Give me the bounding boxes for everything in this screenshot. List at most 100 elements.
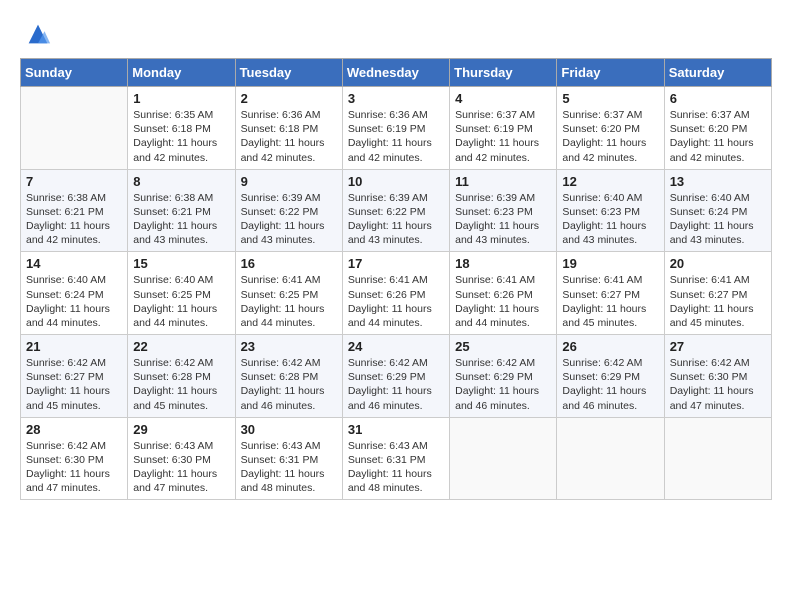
day-details: Sunrise: 6:41 AM Sunset: 6:25 PM Dayligh…	[241, 273, 337, 330]
weekday-header-cell: Sunday	[21, 59, 128, 87]
day-details: Sunrise: 6:42 AM Sunset: 6:27 PM Dayligh…	[26, 356, 122, 413]
day-details: Sunrise: 6:40 AM Sunset: 6:25 PM Dayligh…	[133, 273, 229, 330]
day-details: Sunrise: 6:36 AM Sunset: 6:19 PM Dayligh…	[348, 108, 444, 165]
calendar-cell: 7 Sunrise: 6:38 AM Sunset: 6:21 PM Daylig…	[21, 169, 128, 252]
day-details: Sunrise: 6:42 AM Sunset: 6:28 PM Dayligh…	[241, 356, 337, 413]
calendar-cell: 10 Sunrise: 6:39 AM Sunset: 6:22 PM Dayli…	[342, 169, 449, 252]
day-details: Sunrise: 6:42 AM Sunset: 6:30 PM Dayligh…	[26, 439, 122, 496]
day-details: Sunrise: 6:36 AM Sunset: 6:18 PM Dayligh…	[241, 108, 337, 165]
logo-icon	[24, 20, 52, 48]
day-number: 1	[133, 91, 229, 106]
calendar-cell: 20Sunrise: 6:41 AM Sunset: 6:27 PM Dayli…	[664, 252, 771, 335]
calendar-cell	[21, 87, 128, 170]
day-number: 13	[670, 174, 766, 189]
calendar-cell: 29 Sunrise: 6:43 AM Sunset: 6:30 PM Dayli…	[128, 417, 235, 500]
day-number: 18	[455, 256, 551, 271]
weekday-header-cell: Wednesday	[342, 59, 449, 87]
day-number: 21	[26, 339, 122, 354]
calendar-cell: 12 Sunrise: 6:40 AM Sunset: 6:23 PM Dayli…	[557, 169, 664, 252]
calendar-cell: 11 Sunrise: 6:39 AM Sunset: 6:23 PM Dayli…	[450, 169, 557, 252]
day-details: Sunrise: 6:42 AM Sunset: 6:28 PM Dayligh…	[133, 356, 229, 413]
day-number: 8	[133, 174, 229, 189]
day-number: 10	[348, 174, 444, 189]
day-number: 3	[348, 91, 444, 106]
day-details: Sunrise: 6:37 AM Sunset: 6:20 PM Dayligh…	[670, 108, 766, 165]
calendar-cell: 27Sunrise: 6:42 AM Sunset: 6:30 PM Dayli…	[664, 335, 771, 418]
day-number: 19	[562, 256, 658, 271]
day-details: Sunrise: 6:39 AM Sunset: 6:22 PM Dayligh…	[241, 191, 337, 248]
calendar-cell: 21 Sunrise: 6:42 AM Sunset: 6:27 PM Dayli…	[21, 335, 128, 418]
day-details: Sunrise: 6:37 AM Sunset: 6:19 PM Dayligh…	[455, 108, 551, 165]
day-details: Sunrise: 6:37 AM Sunset: 6:20 PM Dayligh…	[562, 108, 658, 165]
calendar-cell: 15Sunrise: 6:40 AM Sunset: 6:25 PM Dayli…	[128, 252, 235, 335]
weekday-header-cell: Monday	[128, 59, 235, 87]
calendar-cell: 5 Sunrise: 6:37 AM Sunset: 6:20 PM Daylig…	[557, 87, 664, 170]
day-number: 6	[670, 91, 766, 106]
day-details: Sunrise: 6:40 AM Sunset: 6:24 PM Dayligh…	[670, 191, 766, 248]
logo	[20, 20, 52, 48]
weekday-header-cell: Tuesday	[235, 59, 342, 87]
day-number: 22	[133, 339, 229, 354]
calendar-cell: 13 Sunrise: 6:40 AM Sunset: 6:24 PM Dayli…	[664, 169, 771, 252]
calendar-cell: 22 Sunrise: 6:42 AM Sunset: 6:28 PM Dayli…	[128, 335, 235, 418]
day-details: Sunrise: 6:41 AM Sunset: 6:26 PM Dayligh…	[348, 273, 444, 330]
day-details: Sunrise: 6:43 AM Sunset: 6:31 PM Dayligh…	[241, 439, 337, 496]
calendar-cell: 25 Sunrise: 6:42 AM Sunset: 6:29 PM Dayli…	[450, 335, 557, 418]
day-number: 4	[455, 91, 551, 106]
day-details: Sunrise: 6:42 AM Sunset: 6:29 PM Dayligh…	[348, 356, 444, 413]
weekday-header-row: SundayMondayTuesdayWednesdayThursdayFrid…	[21, 59, 772, 87]
calendar-cell: 8 Sunrise: 6:38 AM Sunset: 6:21 PM Daylig…	[128, 169, 235, 252]
day-number: 23	[241, 339, 337, 354]
calendar-week-row: 28Sunrise: 6:42 AM Sunset: 6:30 PM Dayli…	[21, 417, 772, 500]
day-details: Sunrise: 6:38 AM Sunset: 6:21 PM Dayligh…	[26, 191, 122, 248]
day-details: Sunrise: 6:42 AM Sunset: 6:29 PM Dayligh…	[562, 356, 658, 413]
calendar-cell: 9 Sunrise: 6:39 AM Sunset: 6:22 PM Daylig…	[235, 169, 342, 252]
calendar-week-row: 21 Sunrise: 6:42 AM Sunset: 6:27 PM Dayli…	[21, 335, 772, 418]
day-number: 5	[562, 91, 658, 106]
weekday-header-cell: Saturday	[664, 59, 771, 87]
day-number: 7	[26, 174, 122, 189]
day-details: Sunrise: 6:43 AM Sunset: 6:30 PM Dayligh…	[133, 439, 229, 496]
day-details: Sunrise: 6:41 AM Sunset: 6:27 PM Dayligh…	[562, 273, 658, 330]
calendar-cell: 24Sunrise: 6:42 AM Sunset: 6:29 PM Dayli…	[342, 335, 449, 418]
day-details: Sunrise: 6:38 AM Sunset: 6:21 PM Dayligh…	[133, 191, 229, 248]
day-number: 29	[133, 422, 229, 437]
day-details: Sunrise: 6:35 AM Sunset: 6:18 PM Dayligh…	[133, 108, 229, 165]
calendar-cell: 1 Sunrise: 6:35 AM Sunset: 6:18 PM Daylig…	[128, 87, 235, 170]
day-number: 9	[241, 174, 337, 189]
page-header	[20, 20, 772, 48]
day-details: Sunrise: 6:41 AM Sunset: 6:26 PM Dayligh…	[455, 273, 551, 330]
day-details: Sunrise: 6:39 AM Sunset: 6:22 PM Dayligh…	[348, 191, 444, 248]
day-number: 25	[455, 339, 551, 354]
day-details: Sunrise: 6:41 AM Sunset: 6:27 PM Dayligh…	[670, 273, 766, 330]
calendar-cell: 16 Sunrise: 6:41 AM Sunset: 6:25 PM Dayli…	[235, 252, 342, 335]
calendar-cell: 2 Sunrise: 6:36 AM Sunset: 6:18 PM Daylig…	[235, 87, 342, 170]
day-details: Sunrise: 6:40 AM Sunset: 6:23 PM Dayligh…	[562, 191, 658, 248]
calendar-cell	[557, 417, 664, 500]
weekday-header-cell: Friday	[557, 59, 664, 87]
day-details: Sunrise: 6:43 AM Sunset: 6:31 PM Dayligh…	[348, 439, 444, 496]
day-number: 26	[562, 339, 658, 354]
calendar-body: 1 Sunrise: 6:35 AM Sunset: 6:18 PM Daylig…	[21, 87, 772, 500]
day-details: Sunrise: 6:42 AM Sunset: 6:30 PM Dayligh…	[670, 356, 766, 413]
calendar-cell: 30 Sunrise: 6:43 AM Sunset: 6:31 PM Dayli…	[235, 417, 342, 500]
calendar-cell: 18 Sunrise: 6:41 AM Sunset: 6:26 PM Dayli…	[450, 252, 557, 335]
day-number: 30	[241, 422, 337, 437]
calendar-week-row: 1 Sunrise: 6:35 AM Sunset: 6:18 PM Daylig…	[21, 87, 772, 170]
calendar-cell: 17Sunrise: 6:41 AM Sunset: 6:26 PM Dayli…	[342, 252, 449, 335]
day-number: 2	[241, 91, 337, 106]
day-details: Sunrise: 6:40 AM Sunset: 6:24 PM Dayligh…	[26, 273, 122, 330]
day-details: Sunrise: 6:42 AM Sunset: 6:29 PM Dayligh…	[455, 356, 551, 413]
day-number: 11	[455, 174, 551, 189]
day-details: Sunrise: 6:39 AM Sunset: 6:23 PM Dayligh…	[455, 191, 551, 248]
calendar-cell: 26 Sunrise: 6:42 AM Sunset: 6:29 PM Dayli…	[557, 335, 664, 418]
calendar-week-row: 14Sunrise: 6:40 AM Sunset: 6:24 PM Dayli…	[21, 252, 772, 335]
calendar-cell: 31 Sunrise: 6:43 AM Sunset: 6:31 PM Dayli…	[342, 417, 449, 500]
calendar-cell: 3 Sunrise: 6:36 AM Sunset: 6:19 PM Daylig…	[342, 87, 449, 170]
calendar-cell	[664, 417, 771, 500]
day-number: 16	[241, 256, 337, 271]
calendar-cell: 23 Sunrise: 6:42 AM Sunset: 6:28 PM Dayli…	[235, 335, 342, 418]
calendar-cell: 4 Sunrise: 6:37 AM Sunset: 6:19 PM Daylig…	[450, 87, 557, 170]
day-number: 31	[348, 422, 444, 437]
day-number: 12	[562, 174, 658, 189]
